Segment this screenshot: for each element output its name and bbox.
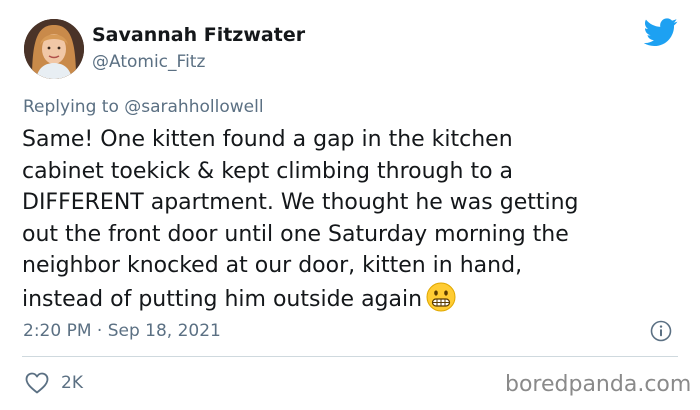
- tweet-body-line: neighbor knocked at our door, kitten in …: [22, 253, 523, 278]
- tweet-body-line: Same! One kitten found a gap in the kitc…: [22, 127, 513, 152]
- avatar[interactable]: [24, 19, 84, 79]
- author-handle[interactable]: @Atomic_Fitz: [92, 52, 205, 72]
- tweet-body-line: cabinet toekick & kept climbing through …: [22, 158, 514, 184]
- tweet-body-line: out the front door until one Saturday mo…: [22, 221, 569, 247]
- divider: [22, 356, 678, 357]
- tweet-body: Same! One kitten found a gap in the kitc…: [22, 124, 682, 315]
- tweet-body-last-line: instead of putting him outside again: [22, 282, 682, 316]
- watermark: boredpanda.com: [505, 372, 692, 397]
- tweet-body-line: DIFFERENT apartment. We thought he was g…: [22, 190, 579, 215]
- reply-mention-link[interactable]: @sarahhollowell: [124, 97, 263, 117]
- grimacing-face-icon: [426, 282, 456, 312]
- like-count: 2K: [61, 373, 83, 393]
- replying-to-line: Replying to @sarahhollowell: [23, 97, 264, 117]
- tweet-card: Savannah Fitzwater @Atomic_Fitz Replying…: [0, 0, 700, 410]
- heart-icon[interactable]: [25, 372, 49, 394]
- author-display-name[interactable]: Savannah Fitzwater: [92, 24, 305, 46]
- twitter-bird-icon[interactable]: [643, 18, 678, 48]
- tweet-timestamp[interactable]: 2:20 PM · Sep 18, 2021: [23, 321, 221, 341]
- info-icon[interactable]: [650, 320, 672, 342]
- tweet-body-line: instead of putting him outside again: [22, 286, 423, 312]
- replying-prefix: Replying to: [23, 97, 119, 117]
